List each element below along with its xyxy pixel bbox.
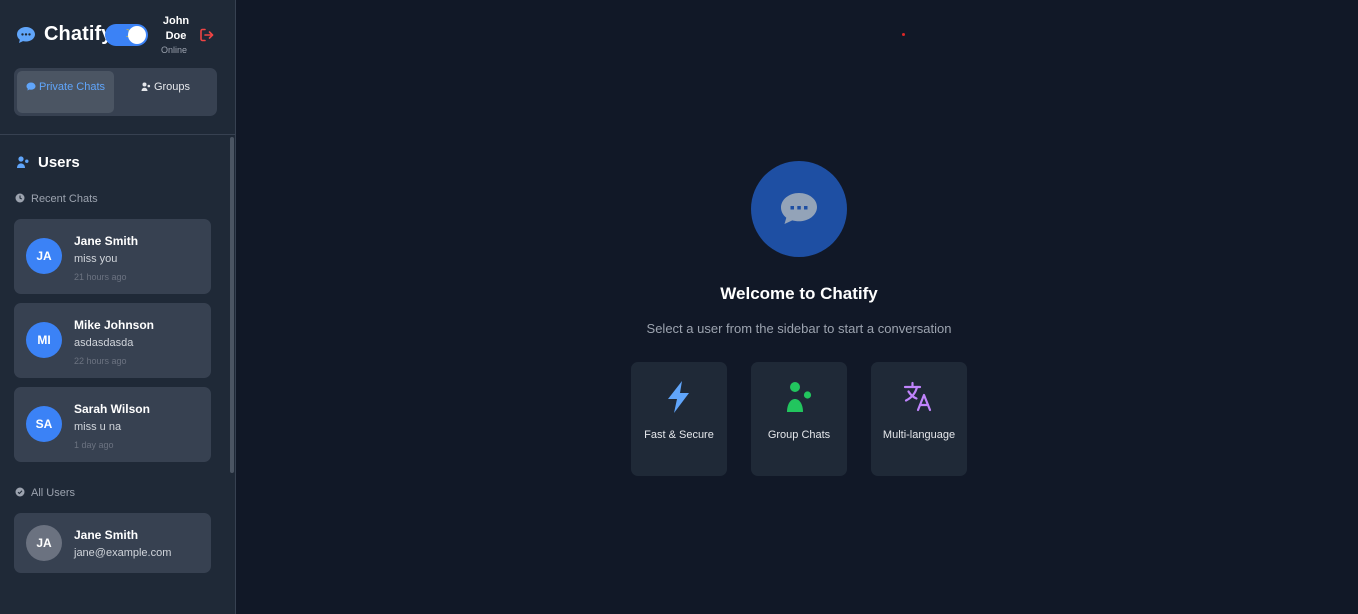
feature-card-fast-secure: Fast & Secure	[631, 362, 727, 476]
current-user-name: John Doe	[162, 15, 190, 42]
tab-groups[interactable]: Groups	[117, 71, 214, 113]
all-users-text: All Users	[31, 487, 76, 499]
avatar: JA	[26, 525, 62, 561]
chat-user-name: Sarah Wilson	[74, 402, 150, 416]
logout-icon[interactable]	[199, 27, 215, 43]
feature-card-multi-language: Multi-language	[871, 362, 967, 476]
chat-timestamp: 21 hours ago	[74, 272, 127, 282]
user-list-item[interactable]: JA Jane Smith jane@example.com	[14, 513, 211, 573]
recent-chats-label: Recent Chats	[15, 193, 98, 205]
recent-chat-item[interactable]: MI Mike Johnson asdasdasda 22 hours ago	[14, 303, 211, 378]
sidebar-scrollbar[interactable]	[229, 135, 235, 614]
chat-bubble-icon	[17, 27, 35, 43]
avatar: SA	[26, 406, 62, 442]
user-email: jane@example.com	[74, 547, 172, 559]
check-circle-icon	[15, 487, 25, 497]
feature-label: Multi-language	[882, 429, 956, 441]
clock-icon	[15, 193, 25, 203]
current-user-status: Online	[160, 45, 187, 55]
indicator-dot	[902, 33, 905, 36]
users-section-title: Users	[16, 154, 80, 171]
users-title-text: Users	[38, 154, 80, 171]
chat-last-message: asdasdasda	[74, 337, 134, 349]
chat-bubble-icon	[781, 193, 817, 224]
theme-toggle[interactable]: ☽	[105, 24, 148, 46]
welcome-subtitle: Select a user from the sidebar to start …	[646, 321, 952, 336]
feature-card-group-chats: Group Chats	[751, 362, 847, 476]
users-icon	[787, 382, 812, 412]
chat-user-name: Jane Smith	[74, 234, 139, 248]
avatar: MI	[26, 322, 62, 358]
welcome-hero-circle	[751, 161, 847, 257]
tab-groups-label: Groups	[153, 81, 191, 93]
welcome-title: Welcome to Chatify	[720, 284, 878, 303]
feature-label: Fast & Secure	[644, 429, 714, 441]
sidebar-header: Chatify ☽ John Doe Online Private Chats …	[0, 0, 235, 135]
toggle-knob	[128, 26, 146, 44]
feature-label: Group Chats	[767, 429, 831, 441]
all-users-label: All Users	[15, 487, 75, 499]
user-name: Jane Smith	[74, 528, 139, 542]
main-panel: Welcome to Chatify Select a user from th…	[236, 0, 1358, 614]
recent-chat-item[interactable]: SA Sarah Wilson miss u na 1 day ago	[14, 387, 211, 462]
chat-type-tabs: Private Chats Groups	[14, 68, 217, 116]
chat-timestamp: 22 hours ago	[74, 356, 127, 366]
avatar: JA	[26, 238, 62, 274]
chat-timestamp: 1 day ago	[74, 440, 114, 450]
tab-private-label: Private Chats	[38, 81, 106, 93]
sidebar: Chatify ☽ John Doe Online Private Chats …	[0, 0, 236, 614]
bolt-icon	[668, 381, 689, 413]
chat-last-message: miss u na	[74, 421, 122, 433]
recent-chats-text: Recent Chats	[31, 193, 98, 205]
scrollbar-thumb[interactable]	[230, 137, 234, 473]
app-name: Chatify	[44, 23, 113, 45]
users-icon	[17, 156, 29, 168]
users-icon	[141, 82, 151, 91]
chat-user-name: Mike Johnson	[74, 318, 155, 332]
chat-last-message: miss you	[74, 253, 118, 265]
tab-private-chats[interactable]: Private Chats	[17, 71, 114, 113]
chat-icon	[26, 82, 36, 91]
recent-chat-item[interactable]: JA Jane Smith miss you 21 hours ago	[14, 219, 211, 294]
language-icon	[903, 381, 932, 412]
